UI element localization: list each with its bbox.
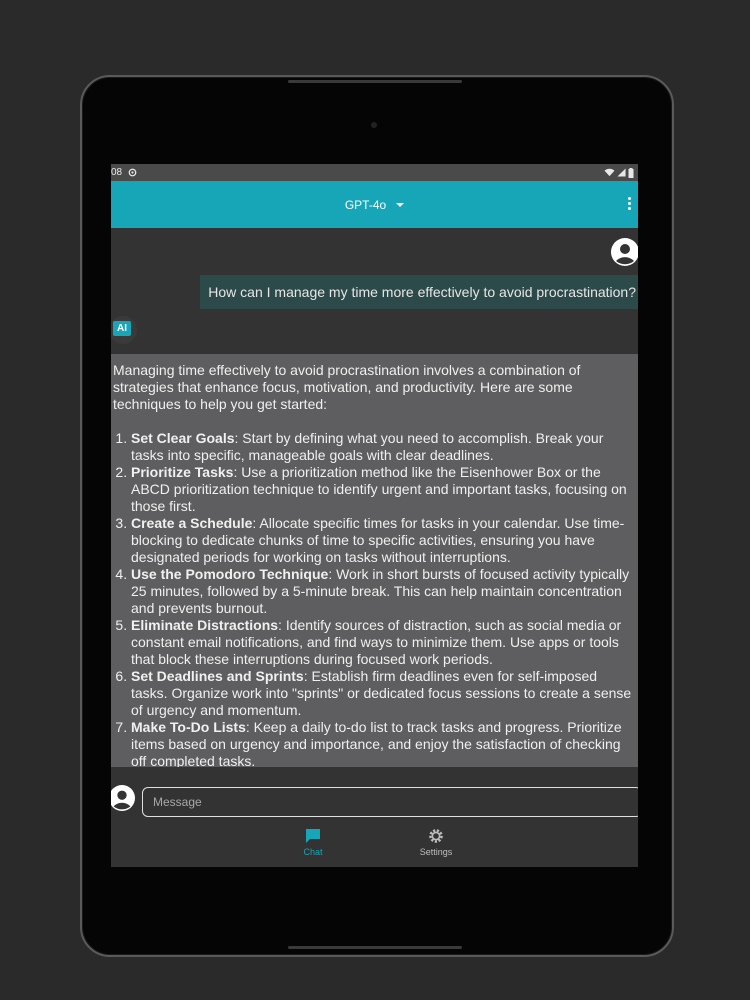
model-selector[interactable]: GPT-4o (344, 197, 405, 212)
gear-icon (429, 829, 443, 843)
battery-icon (628, 167, 634, 178)
list-item: Create a Schedule: Allocate specific tim… (131, 515, 636, 566)
chat-icon (306, 829, 320, 843)
list-item: Set Clear Goals: Start by defining what … (131, 430, 636, 464)
device-top-edge (288, 80, 462, 83)
model-name: GPT-4o (344, 197, 387, 212)
ai-avatar: AI (111, 316, 137, 344)
message-input[interactable] (142, 787, 638, 817)
bottom-navigation: Chat Settings (111, 819, 638, 867)
status-time: 08 (111, 167, 123, 178)
list-item: Eliminate Distractions: Identify sources… (131, 617, 636, 668)
ai-badge-icon: AI (113, 321, 131, 336)
list-item: Set Deadlines and Sprints: Establish fir… (131, 668, 636, 719)
list-item: Make To-Do Lists: Keep a daily to-do lis… (131, 719, 636, 767)
status-bar: 08 (111, 164, 638, 181)
ai-intro-text: Managing time effectively to avoid procr… (113, 362, 581, 412)
user-message-text: How can I manage my time more effectivel… (208, 284, 636, 300)
signal-icon (617, 168, 626, 177)
overflow-menu-icon[interactable] (628, 197, 632, 210)
wifi-icon (604, 168, 615, 177)
app-bar: GPT-4o (111, 181, 638, 228)
user-message: How can I manage my time more effectivel… (200, 275, 638, 309)
nav-settings[interactable]: Settings (406, 827, 466, 857)
device-bottom-edge (288, 946, 462, 949)
nav-settings-label: Settings (419, 847, 453, 857)
app-screen: 08 GPT-4o How can I manage my time more … (111, 164, 638, 867)
message-composer (111, 767, 638, 819)
list-item: Use the Pomodoro Technique: Work in shor… (131, 566, 636, 617)
nav-chat[interactable]: Chat (283, 827, 343, 857)
list-item: Prioritize Tasks: Use a prioritization m… (131, 464, 636, 515)
user-avatar-icon (611, 238, 638, 266)
sync-icon (128, 168, 137, 177)
chat-area[interactable]: How can I manage my time more effectivel… (111, 228, 638, 767)
ai-message: Managing time effectively to avoid procr… (111, 354, 638, 767)
chevron-down-icon (396, 202, 405, 207)
ai-tips-list: Set Clear Goals: Start by defining what … (113, 430, 636, 767)
user-avatar-icon (111, 785, 135, 811)
nav-chat-label: Chat (303, 847, 323, 857)
front-camera (371, 122, 377, 128)
